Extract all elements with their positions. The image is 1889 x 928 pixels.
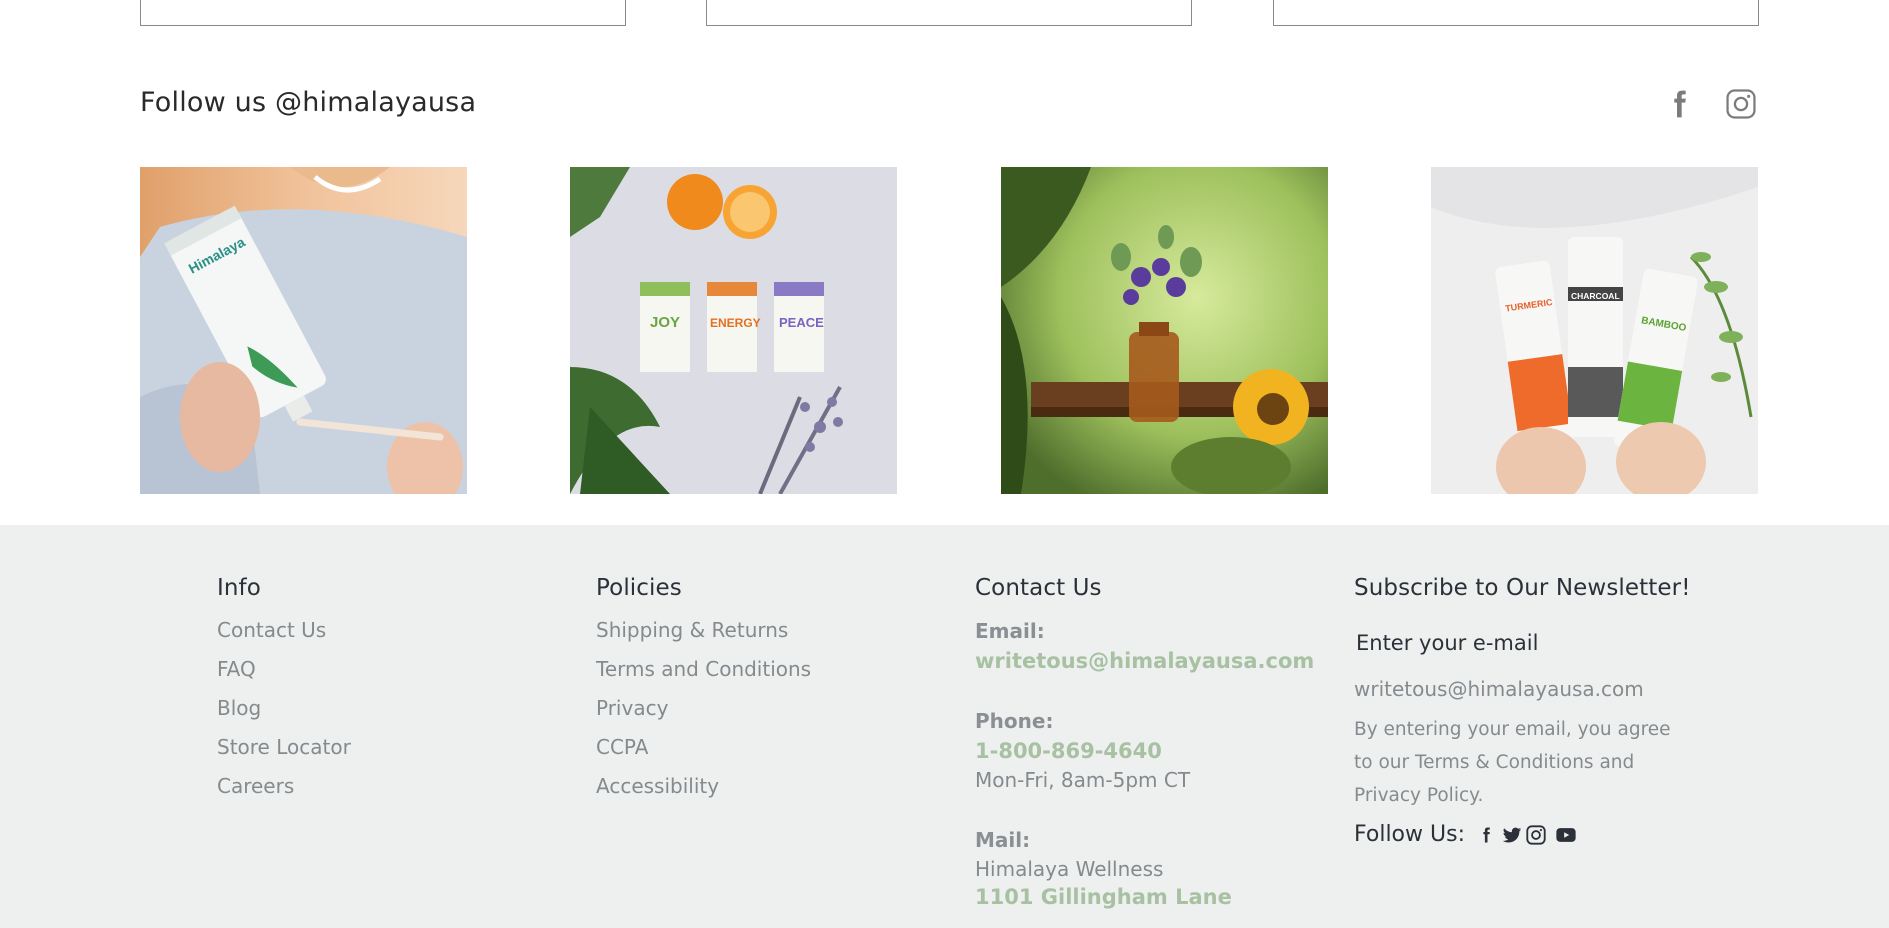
footer-link-blog[interactable]: Blog xyxy=(217,689,351,728)
footer-policies-column: Policies Shipping & Returns Terms and Co… xyxy=(596,575,811,806)
footer-link-store-locator[interactable]: Store Locator xyxy=(217,728,351,767)
footer-link-privacy[interactable]: Privacy xyxy=(596,689,811,728)
footer-link-contact-us[interactable]: Contact Us xyxy=(217,611,351,650)
twitter-icon[interactable] xyxy=(1501,824,1523,846)
social-links xyxy=(1661,86,1759,122)
facebook-icon[interactable] xyxy=(1475,824,1497,846)
footer-policies-title: Policies xyxy=(596,575,682,601)
product-cards-bottom-edges xyxy=(0,0,1889,27)
product-card[interactable] xyxy=(140,0,626,26)
newsletter-email-input[interactable] xyxy=(1354,677,1684,701)
email-link[interactable]: writetous@himalayausa.com xyxy=(975,649,1314,673)
site-footer: Info Contact Us FAQ Blog Store Locator C… xyxy=(0,525,1889,928)
product-card[interactable] xyxy=(1273,0,1759,26)
newsletter-title: Subscribe to Our Newsletter! xyxy=(1354,575,1691,601)
footer-link-terms[interactable]: Terms and Conditions xyxy=(596,650,811,689)
phone-label: Phone: xyxy=(975,709,1054,733)
footer-link-careers[interactable]: Careers xyxy=(217,767,351,806)
svg-text:CHARCOAL: CHARCOAL xyxy=(1571,291,1620,301)
facebook-icon[interactable] xyxy=(1661,86,1697,122)
svg-text:ENERGY: ENERGY xyxy=(710,316,761,330)
footer-link-faq[interactable]: FAQ xyxy=(217,650,351,689)
toothpaste-photo[interactable]: Himalaya xyxy=(140,167,467,494)
footer-info-title: Info xyxy=(217,575,261,601)
follow-us-label: Follow Us: xyxy=(1354,822,1465,847)
footer-contact-column: Contact Us Email: writetous@himalayausa.… xyxy=(975,575,1314,909)
svg-text:PEACE: PEACE xyxy=(779,315,824,330)
footer-follow-row: Follow Us: xyxy=(1354,822,1691,847)
mail-label: Mail: xyxy=(975,828,1031,852)
email-label: Email: xyxy=(975,619,1045,643)
footer-newsletter-column: Subscribe to Our Newsletter! Enter your … xyxy=(1354,575,1691,847)
newsletter-legal-text: By entering your email, you agree to our… xyxy=(1354,719,1671,806)
youtube-icon[interactable] xyxy=(1555,824,1577,846)
footer-link-ccpa[interactable]: CCPA xyxy=(596,728,811,767)
tea-boxes-photo[interactable]: JOY ENERGY PEACE xyxy=(570,167,897,494)
toothpaste-trio-photo[interactable]: TURMERIC CHARCOAL BAMBOO xyxy=(1431,167,1758,494)
svg-text:JOY: JOY xyxy=(650,314,680,331)
instagram-feed: Himalaya JOY ENERGY PEACE TURMERIC CHARC… xyxy=(140,167,1758,494)
business-hours: Mon-Fri, 8am-5pm CT xyxy=(975,768,1191,792)
newsletter-email-label: Enter your e-mail xyxy=(1356,631,1539,655)
instagram-icon[interactable] xyxy=(1723,86,1759,122)
footer-link-accessibility[interactable]: Accessibility xyxy=(596,767,811,806)
flower-vase-photo[interactable] xyxy=(1001,167,1328,494)
footer-link-shipping-returns[interactable]: Shipping & Returns xyxy=(596,611,811,650)
footer-info-column: Info Contact Us FAQ Blog Store Locator C… xyxy=(217,575,351,806)
mail-street: 1101 Gillingham Lane xyxy=(975,885,1232,909)
phone-link[interactable]: 1-800-869-4640 xyxy=(975,739,1314,763)
footer-contact-title: Contact Us xyxy=(975,575,1102,601)
instagram-icon[interactable] xyxy=(1525,824,1547,846)
follow-us-heading: Follow us @himalayausa xyxy=(140,87,477,118)
mail-name: Himalaya Wellness xyxy=(975,857,1164,881)
product-card[interactable] xyxy=(706,0,1192,26)
